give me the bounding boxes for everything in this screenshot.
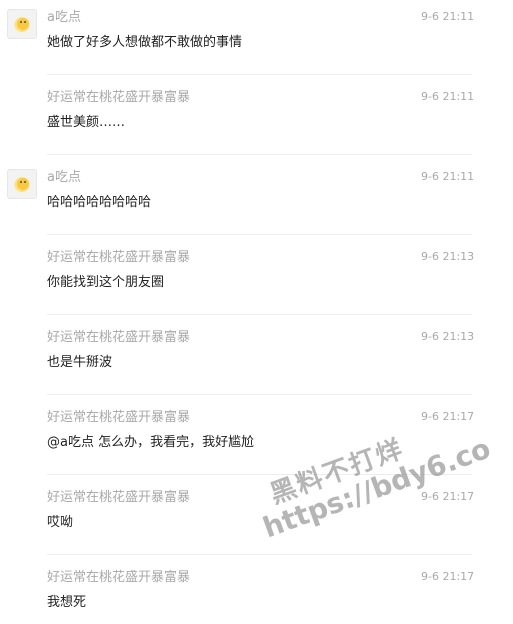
comment-nickname[interactable]: 好运常在桃花盛开暴富暴 [47,329,209,347]
comment-text: 哈哈哈哈哈哈哈哈 [47,195,152,210]
comment-nickname[interactable]: a吃点 [47,169,209,187]
comment-text: 我想死 [47,595,87,610]
comment-text: 你能找到这个朋友圈 [47,275,165,290]
comment-time: 9-6 21:11 [421,170,475,183]
comment-divider [47,74,472,75]
comment-nickname[interactable]: 好运常在桃花盛开暴富暴 [47,89,209,107]
comment-time: 9-6 21:17 [421,490,475,503]
avatar[interactable] [7,9,37,39]
smiley-face-icon [17,178,29,190]
comment-nickname[interactable]: 好运常在桃花盛开暴富暴 [47,569,209,587]
comment-nickname[interactable]: a吃点 [47,9,209,27]
comment-nickname[interactable]: 好运常在桃花盛开暴富暴 [47,489,209,507]
comment-nickname[interactable]: 好运常在桃花盛开暴富暴 [47,249,209,267]
comment-thread: a吃点 9-6 21:11 她做了好多人想做都不敢做的事情 好运常在桃花盛开暴富… [0,0,513,624]
comment-time: 9-6 21:13 [421,330,475,343]
comment-divider [47,554,472,555]
comment-divider [47,474,472,475]
comment-text: @a吃点 怎么办，我看完，我好尴尬 [47,435,255,450]
comment-nickname[interactable]: 好运常在桃花盛开暴富暴 [47,409,209,427]
comment-divider [47,314,472,315]
comment-time: 9-6 21:13 [421,250,475,263]
comment-text: 盛世美颜…… [47,115,126,130]
smiley-face-icon [17,18,29,30]
comment-text: 也是牛掰波 [47,355,113,370]
avatar[interactable] [7,169,37,199]
comment-text: 哎呦 [47,515,74,530]
comment-time: 9-6 21:17 [421,570,475,583]
comment-divider [47,234,472,235]
watermark: 黑料不打烊 https://bdy6.co [250,408,495,545]
comment-time: 9-6 21:11 [421,90,475,103]
comment-time: 9-6 21:17 [421,410,475,423]
comment-time: 9-6 21:11 [421,10,475,23]
comment-divider [47,394,472,395]
comment-divider [47,154,472,155]
comment-text: 她做了好多人想做都不敢做的事情 [47,35,243,50]
